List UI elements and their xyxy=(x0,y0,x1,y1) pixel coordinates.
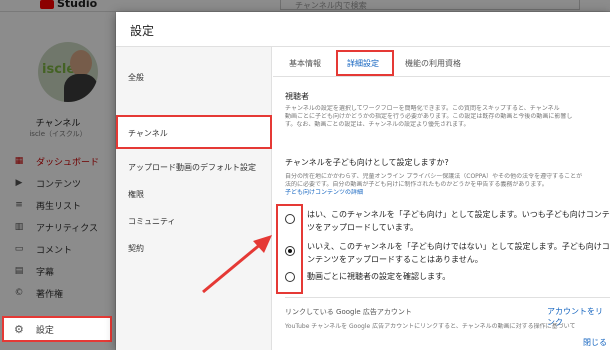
annotation-arrow-icon xyxy=(202,235,272,294)
arrow-shaft xyxy=(202,241,263,294)
arrow-head xyxy=(253,235,272,253)
